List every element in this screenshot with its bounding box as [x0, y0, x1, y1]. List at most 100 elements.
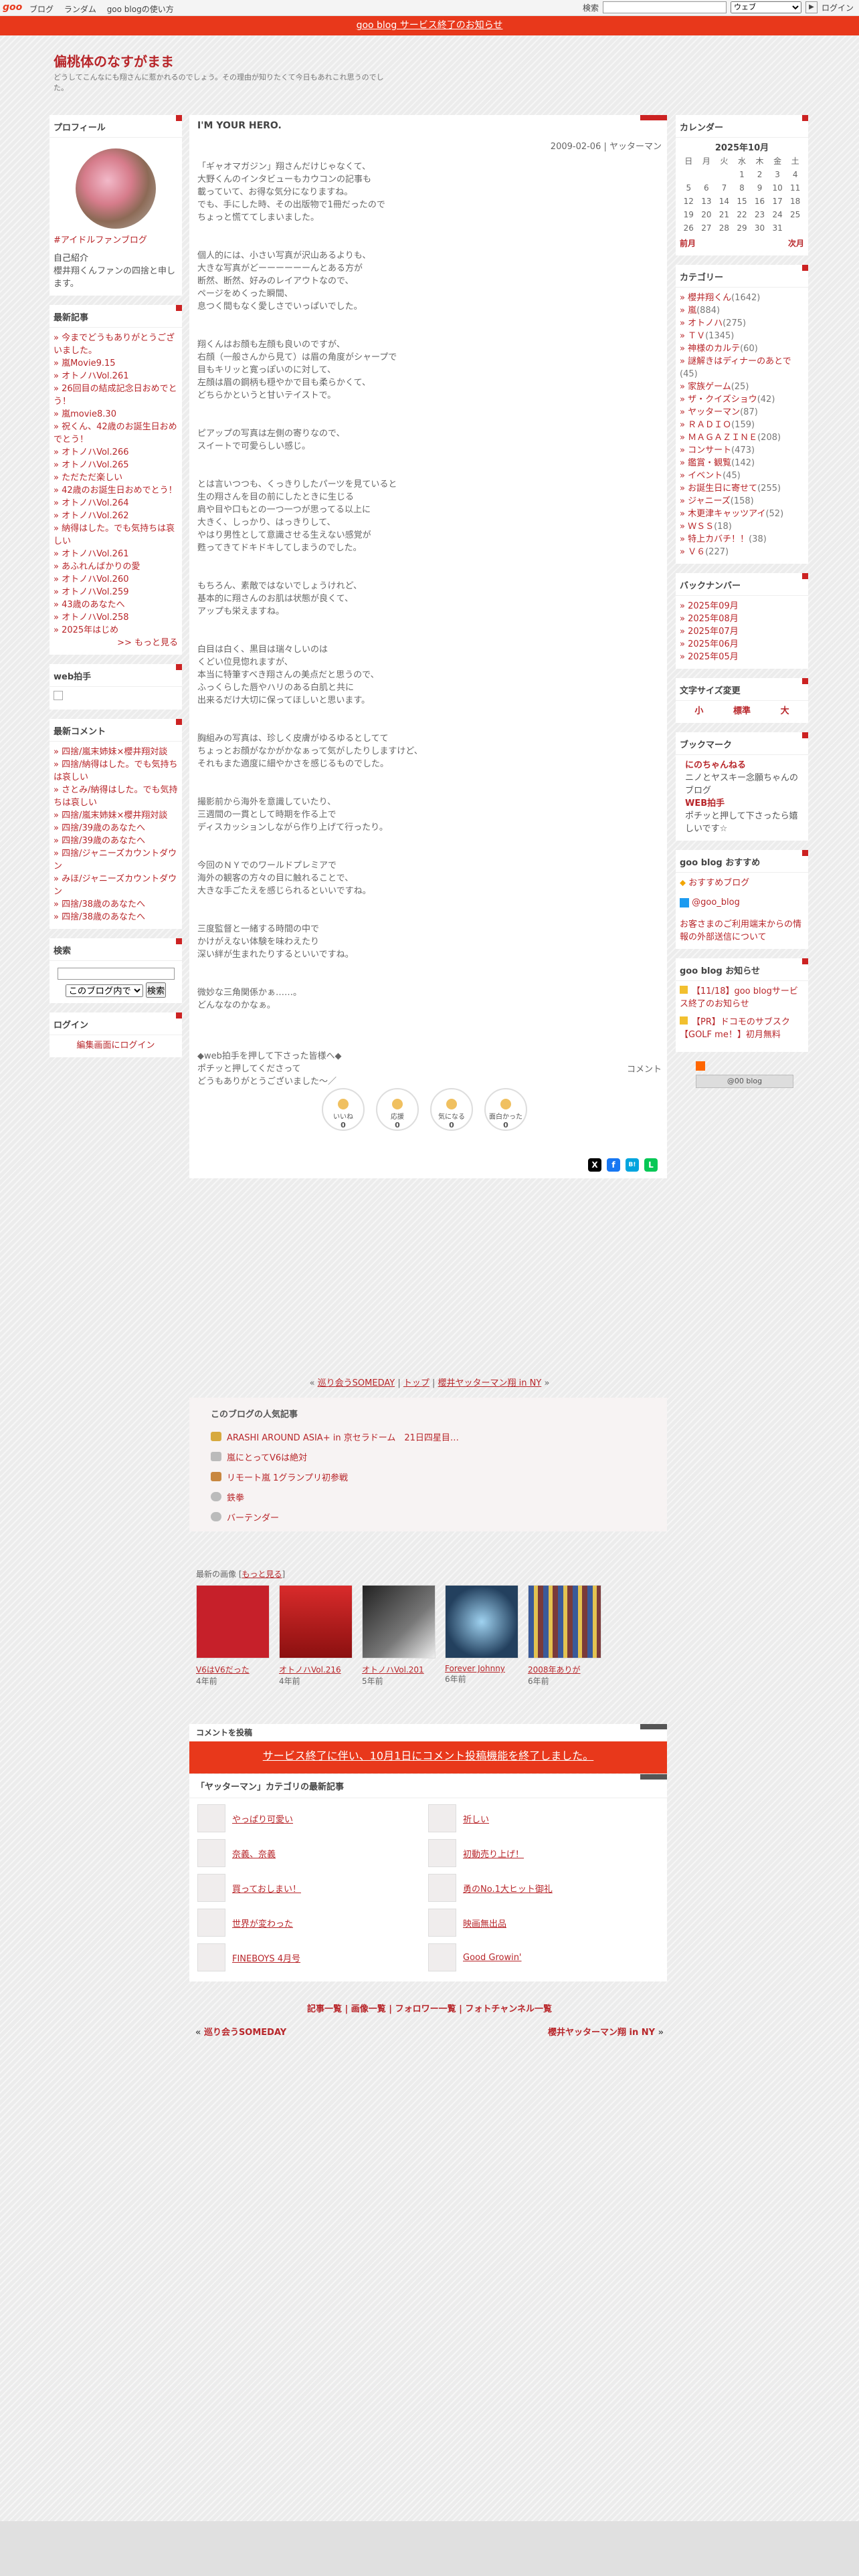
- list-item[interactable]: オトノハVol.261: [54, 548, 178, 560]
- list-item[interactable]: 祝くん、42歳のお誕生日おめでとう！: [54, 421, 178, 446]
- category-item[interactable]: 謎解きはディナーのあとで(45): [680, 355, 804, 381]
- post-thumbnail[interactable]: [197, 1839, 225, 1867]
- list-item[interactable]: 26回目の結成記念日おめでとう！: [54, 383, 178, 408]
- category-item[interactable]: 木更津キャッツアイ(52): [680, 508, 804, 520]
- reaction-curious[interactable]: 気になる 0: [430, 1088, 473, 1131]
- hatena-share-icon[interactable]: B!: [626, 1158, 639, 1172]
- list-item[interactable]: 四捨/38歳のあなたへ: [54, 911, 178, 924]
- list-item[interactable]: 嵐Movie9.15: [54, 357, 178, 370]
- thumbnail[interactable]: [279, 1585, 353, 1658]
- list-item[interactable]: ただただ楽しい: [54, 471, 178, 484]
- blog-search-scope[interactable]: このブログ内で: [65, 984, 143, 997]
- post-thumbnail[interactable]: [197, 1909, 225, 1937]
- list-item[interactable]: オトノハVol.265: [54, 459, 178, 471]
- bookmark-link[interactable]: にのちゃんねる: [685, 759, 804, 772]
- category-item[interactable]: 特上カバチ！！(38): [680, 533, 804, 546]
- entry-title[interactable]: I'M YOUR HERO.: [197, 120, 282, 131]
- list-item[interactable]: 嵐movie8.30: [54, 408, 178, 421]
- font-large[interactable]: 大: [781, 705, 789, 718]
- footer-prev-link[interactable]: 巡り会うSOMEDAY: [204, 2028, 286, 2038]
- search-scope-select[interactable]: ウェブ: [730, 1, 801, 13]
- list-item[interactable]: オトノハVol.264: [54, 497, 178, 510]
- profile-tag-link[interactable]: #アイドルファンブログ: [54, 235, 147, 245]
- popular-item[interactable]: ARASHI AROUND ASIA+ in 京セラドーム 21日四星目…: [227, 1430, 459, 1443]
- list-item[interactable]: 四捨/嵐末姉妹×櫻井翔対談: [54, 746, 178, 758]
- entry-date[interactable]: 2009-02-06 | ヤッターマン: [551, 139, 662, 152]
- thumbnail[interactable]: [196, 1585, 270, 1658]
- thumbnail-link[interactable]: Forever Johnny: [445, 1664, 518, 1673]
- category-item[interactable]: お誕生日に寄せて(255): [680, 482, 804, 495]
- list-item[interactable]: 42歳のお誕生日おめでとう！: [54, 484, 178, 497]
- images-more-link[interactable]: もっと見る: [242, 1570, 282, 1579]
- list-item[interactable]: 2025年05月: [680, 651, 804, 663]
- info-item[interactable]: 【PR】ドコモのサブスク【GOLF me！】初月無料: [680, 1016, 804, 1041]
- edit-login-link[interactable]: 編集画面にログイン: [54, 1039, 178, 1052]
- category-item[interactable]: ＲＡＤＩＯ(159): [680, 419, 804, 431]
- post-thumbnail[interactable]: [197, 1874, 225, 1902]
- prev-entry-link[interactable]: 巡り会うSOMEDAY: [318, 1378, 395, 1388]
- post-link[interactable]: 奈義、奈義: [232, 1847, 276, 1860]
- nav-blog[interactable]: ブログ: [29, 5, 54, 14]
- list-item[interactable]: あふれんばかりの愛: [54, 560, 178, 573]
- post-link[interactable]: 勇のNo.1大ヒット御礼: [463, 1882, 553, 1895]
- category-item[interactable]: 櫻井翔くん(1642): [680, 292, 804, 304]
- category-item[interactable]: オトノハ(275): [680, 317, 804, 330]
- nav-howto[interactable]: goo blogの使い方: [107, 5, 174, 14]
- rss-icon[interactable]: [696, 1061, 705, 1071]
- category-item[interactable]: ザ・クイズショウ(42): [680, 393, 804, 406]
- external-transmission-link[interactable]: お客さまのご利用端末からの情報の外部送信について: [680, 920, 801, 942]
- list-item[interactable]: 四捨/39歳のあなたへ: [54, 835, 178, 847]
- login-link[interactable]: ログイン: [822, 2, 854, 13]
- bookmark-link[interactable]: WEB拍手: [685, 797, 804, 810]
- post-link[interactable]: 初動売り上げ！: [463, 1847, 524, 1860]
- list-item[interactable]: オトノハVol.258: [54, 611, 178, 624]
- service-end-notice[interactable]: goo blog サービス終了のお知らせ: [0, 16, 859, 35]
- recommend-blog-link[interactable]: おすすめブログ: [688, 878, 749, 888]
- list-item[interactable]: オトノハVol.262: [54, 510, 178, 522]
- webclap-image[interactable]: [54, 691, 63, 700]
- post-thumbnail[interactable]: [428, 1839, 456, 1867]
- recent-more-link[interactable]: >> もっと見る: [117, 638, 178, 648]
- list-item[interactable]: 四捨/納得はした。でも気持ちは哀しい: [54, 758, 178, 784]
- font-normal[interactable]: 標準: [733, 705, 751, 718]
- list-item[interactable]: オトノハVol.261: [54, 370, 178, 383]
- post-thumbnail[interactable]: [428, 1874, 456, 1902]
- thumbnail[interactable]: [528, 1585, 601, 1658]
- thumbnail-link[interactable]: V6はV6だった: [196, 1664, 270, 1675]
- footer-next-link[interactable]: 櫻井ヤッターマン翔 in NY: [548, 2028, 655, 2038]
- post-link[interactable]: 映画無出品: [463, 1917, 506, 1929]
- list-item[interactable]: オトノハVol.266: [54, 446, 178, 459]
- post-link[interactable]: やっぱり可愛い: [232, 1812, 293, 1825]
- post-link[interactable]: 世界が変わった: [232, 1917, 293, 1929]
- post-thumbnail[interactable]: [428, 1804, 456, 1832]
- post-link[interactable]: 買っておしまい！: [232, 1882, 301, 1895]
- search-input[interactable]: [602, 1, 727, 13]
- category-item[interactable]: 家族ゲーム(25): [680, 381, 804, 393]
- popular-item[interactable]: 鉄拳: [227, 1491, 244, 1503]
- thumbnail[interactable]: [445, 1585, 518, 1658]
- list-item[interactable]: 四捨/38歳のあなたへ: [54, 898, 178, 911]
- list-item[interactable]: 納得はした。でも気持ちは哀しい: [54, 522, 178, 548]
- reaction-support[interactable]: 応援 0: [376, 1088, 419, 1131]
- calendar-prev[interactable]: 前月: [680, 237, 696, 250]
- goo-blog-badge[interactable]: @00 blog: [696, 1075, 793, 1088]
- list-item[interactable]: 2025年06月: [680, 638, 804, 651]
- reaction-funny[interactable]: 面白かった 0: [484, 1088, 527, 1131]
- twitter-link[interactable]: @goo_blog: [692, 897, 740, 907]
- list-item[interactable]: 2025年はじめ: [54, 624, 178, 637]
- post-thumbnail[interactable]: [197, 1804, 225, 1832]
- thumbnail-link[interactable]: 2008年ありが: [528, 1664, 601, 1675]
- category-item[interactable]: ＴＶ(1345): [680, 330, 804, 342]
- search-go-button[interactable]: ▶: [805, 1, 818, 13]
- popular-item[interactable]: リモート嵐 1グランプリ初参戦: [227, 1471, 348, 1483]
- list-item[interactable]: みほ/ジャニーズカウントダウン: [54, 873, 178, 898]
- category-item[interactable]: ヤッターマン(87): [680, 406, 804, 419]
- category-item[interactable]: ＭＡＧＡＺＩＮＥ(208): [680, 431, 804, 444]
- post-link[interactable]: FINEBOYS 4月号: [232, 1951, 300, 1964]
- post-thumbnail[interactable]: [197, 1943, 225, 1971]
- comment-closed-notice[interactable]: サービス終了に伴い、10月1日にコメント投稿機能を終了しました。: [189, 1741, 667, 1774]
- category-item[interactable]: コンサート(473): [680, 444, 804, 457]
- all-posts-link[interactable]: 記事一覧: [307, 2004, 342, 2014]
- facebook-share-icon[interactable]: f: [607, 1158, 620, 1172]
- entry-comment-link[interactable]: コメント: [627, 1062, 662, 1075]
